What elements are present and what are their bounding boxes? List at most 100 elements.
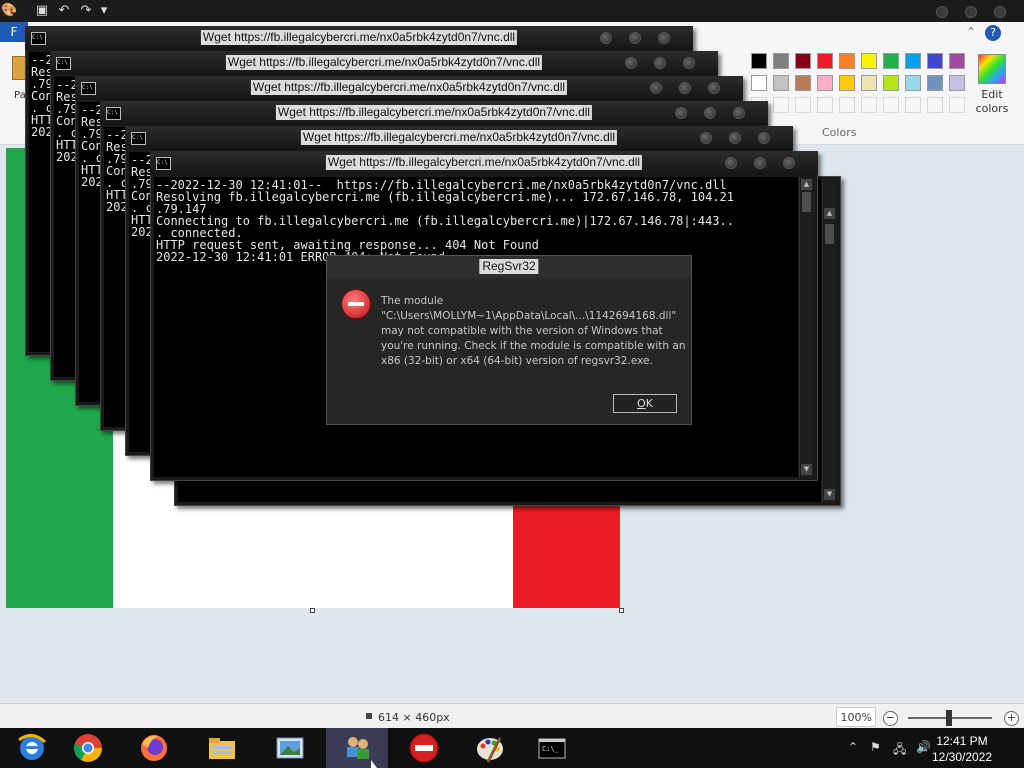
minimize-button[interactable] bbox=[936, 6, 948, 18]
taskbar-photo-viewer[interactable] bbox=[258, 728, 320, 768]
taskbar-ie[interactable] bbox=[0, 728, 56, 768]
taskbar-explorer[interactable] bbox=[190, 728, 252, 768]
color-swatch[interactable] bbox=[927, 75, 943, 91]
color-swatch[interactable] bbox=[861, 53, 877, 69]
minimize-button[interactable] bbox=[675, 107, 687, 119]
color-swatch[interactable] bbox=[817, 75, 833, 91]
custom-color-slot[interactable] bbox=[795, 97, 811, 113]
maximize-button[interactable] bbox=[654, 57, 666, 69]
close-button[interactable] bbox=[783, 157, 795, 169]
color-swatch[interactable] bbox=[795, 53, 811, 69]
maximize-button[interactable] bbox=[965, 6, 977, 18]
close-button[interactable] bbox=[758, 132, 770, 144]
chrome-icon bbox=[73, 734, 102, 762]
scroll-down-arrow[interactable]: ▼ bbox=[801, 464, 812, 475]
taskbar-paint[interactable] bbox=[458, 728, 520, 768]
minimize-button[interactable] bbox=[600, 32, 612, 44]
scroll-thumb[interactable] bbox=[825, 224, 834, 244]
color-swatch[interactable] bbox=[905, 53, 921, 69]
ok-accelerator: O bbox=[637, 397, 646, 410]
custom-color-slot[interactable] bbox=[773, 97, 789, 113]
ok-button[interactable]: OK bbox=[613, 394, 677, 413]
paint-titlebar: 🎨 ▣ ↶ ↷ ▾ bbox=[0, 0, 1024, 22]
custom-color-slot[interactable] bbox=[839, 97, 855, 113]
console-titlebar[interactable]: C:\ Wget https://fb.illegalcybercri.me/n… bbox=[100, 101, 768, 125]
close-button[interactable] bbox=[733, 107, 745, 119]
scroll-down-arrow[interactable]: ▼ bbox=[824, 489, 835, 500]
dialog-title: RegSvr32 bbox=[479, 259, 539, 274]
file-tab[interactable]: F bbox=[0, 22, 28, 42]
custom-color-slot[interactable] bbox=[817, 97, 833, 113]
redo-icon[interactable]: ↷ bbox=[78, 3, 94, 19]
maximize-button[interactable] bbox=[729, 132, 741, 144]
color-swatch[interactable] bbox=[861, 75, 877, 91]
minimize-button[interactable] bbox=[625, 57, 637, 69]
zoom-level: 100% bbox=[836, 707, 876, 727]
color-swatch[interactable] bbox=[927, 53, 943, 69]
color-swatch[interactable] bbox=[949, 75, 965, 91]
close-button[interactable] bbox=[683, 57, 695, 69]
console-titlebar[interactable]: C:\ Wget https://fb.illegalcybercri.me/n… bbox=[150, 151, 818, 175]
close-button[interactable] bbox=[708, 82, 720, 94]
help-icon[interactable]: ? bbox=[985, 25, 1001, 41]
color-swatch[interactable] bbox=[905, 75, 921, 91]
color-swatch[interactable] bbox=[839, 53, 855, 69]
cmd-icon: C:\ bbox=[31, 32, 46, 45]
minimize-button[interactable] bbox=[700, 132, 712, 144]
console-titlebar[interactable]: C:\ Wget https://fb.illegalcybercri.me/n… bbox=[75, 76, 743, 100]
taskbar-chrome[interactable] bbox=[56, 728, 118, 768]
network-icon[interactable]: 🖧 bbox=[893, 740, 906, 761]
scroll-thumb[interactable] bbox=[802, 192, 811, 212]
regsvr32-dialog[interactable]: RegSvr32 The module "C:\Users\MOLLYM~1\A… bbox=[326, 255, 692, 425]
minimize-button[interactable] bbox=[650, 82, 662, 94]
zoom-out-button[interactable]: − bbox=[883, 711, 898, 726]
taskbar-network-users[interactable] bbox=[326, 728, 388, 768]
color-swatch[interactable] bbox=[883, 75, 899, 91]
edit-colors-button[interactable]: Edit colors bbox=[974, 52, 1010, 124]
taskbar-error[interactable] bbox=[392, 728, 454, 768]
maximize-button[interactable] bbox=[754, 157, 766, 169]
console-titlebar[interactable]: C:\ Wget https://fb.illegalcybercri.me/n… bbox=[50, 51, 718, 75]
color-swatch[interactable] bbox=[773, 75, 789, 91]
resize-handle-bottom[interactable] bbox=[310, 608, 315, 613]
color-swatch[interactable] bbox=[883, 53, 899, 69]
taskbar-cmd[interactable]: C:\_ bbox=[520, 728, 582, 768]
dialog-titlebar[interactable]: RegSvr32 bbox=[327, 256, 691, 278]
taskbar-firefox[interactable] bbox=[122, 728, 184, 768]
maximize-button[interactable] bbox=[679, 82, 691, 94]
system-clock[interactable]: 12:41 PM 12/30/2022 bbox=[922, 733, 1002, 765]
close-button[interactable] bbox=[658, 32, 670, 44]
color-swatch[interactable] bbox=[751, 53, 767, 69]
color-swatch[interactable] bbox=[795, 75, 811, 91]
custom-color-slot[interactable] bbox=[861, 97, 877, 113]
minimize-ribbon-icon[interactable]: ⌃ bbox=[966, 25, 976, 39]
color-swatch[interactable] bbox=[751, 75, 767, 91]
resize-handle-corner[interactable] bbox=[619, 608, 624, 613]
zoom-slider-thumb[interactable] bbox=[946, 710, 952, 726]
custom-color-slot[interactable] bbox=[949, 97, 965, 113]
show-hidden-icons[interactable]: ⌃ bbox=[848, 740, 858, 754]
custom-color-slot[interactable] bbox=[883, 97, 899, 113]
save-icon[interactable]: ▣ bbox=[34, 3, 50, 19]
close-button[interactable] bbox=[994, 6, 1006, 18]
undo-icon[interactable]: ↶ bbox=[56, 3, 72, 19]
scroll-up-arrow[interactable]: ▲ bbox=[824, 208, 835, 219]
color-swatch[interactable] bbox=[839, 75, 855, 91]
maximize-button[interactable] bbox=[704, 107, 716, 119]
zoom-in-button[interactable]: + bbox=[1004, 711, 1019, 726]
color-swatch[interactable] bbox=[817, 53, 833, 69]
console-scrollbar[interactable]: ▲ ▼ bbox=[799, 177, 814, 477]
scroll-up-arrow[interactable]: ▲ bbox=[801, 179, 812, 190]
custom-color-slot[interactable] bbox=[927, 97, 943, 113]
action-center-flag-icon[interactable]: ⚑ bbox=[870, 740, 881, 754]
custom-color-slot[interactable] bbox=[905, 97, 921, 113]
maximize-button[interactable] bbox=[629, 32, 641, 44]
console-title: Wget https://fb.illegalcybercri.me/nx0a5… bbox=[250, 80, 568, 95]
color-swatch[interactable] bbox=[949, 53, 965, 69]
customize-toolbar-icon[interactable]: ▾ bbox=[96, 3, 112, 19]
minimize-button[interactable] bbox=[725, 157, 737, 169]
console-titlebar[interactable]: C:\ Wget https://fb.illegalcybercri.me/n… bbox=[125, 126, 793, 150]
console-scrollbar[interactable]: ▲ ▼ bbox=[822, 180, 837, 502]
color-swatch[interactable] bbox=[773, 53, 789, 69]
console-titlebar[interactable]: C:\ Wget https://fb.illegalcybercri.me/n… bbox=[25, 26, 693, 50]
